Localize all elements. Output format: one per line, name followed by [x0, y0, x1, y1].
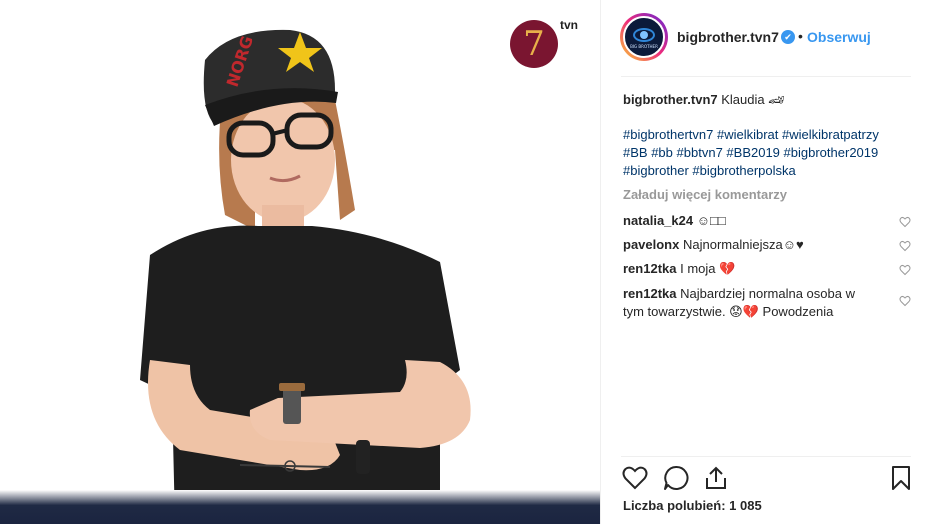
hashtag-link[interactable]: #bb [651, 145, 673, 160]
comment-username[interactable]: ren12tka [623, 286, 676, 301]
hashtag-link[interactable]: #bbtvn7 [677, 145, 723, 160]
avatar-image: BIG BROTHER [623, 16, 665, 58]
bookmark-icon[interactable] [888, 465, 914, 491]
post-header: BIG BROTHER bigbrother.tvn7 ✔ • Obserwuj [601, 0, 932, 76]
comment-item: natalia_k24 ☺□□ [623, 212, 913, 230]
photo-bottom-band [0, 490, 600, 524]
likes-count[interactable]: Liczba polubień: 1 085 [623, 498, 762, 513]
avatar[interactable]: BIG BROTHER [620, 13, 668, 61]
comment-like-heart-icon[interactable] [899, 295, 911, 307]
tvn7-logo: 7 tvn [510, 18, 582, 70]
comment-username[interactable]: natalia_k24 [623, 213, 693, 228]
comment-like-heart-icon[interactable] [899, 240, 911, 252]
verified-badge-icon: ✔ [781, 30, 795, 44]
load-more-comments-button[interactable]: Załaduj więcej komentarzy [623, 187, 787, 202]
eye-pupil [640, 31, 648, 39]
caption-text: Klaudia 🏎 [721, 92, 785, 107]
comment-username[interactable]: ren12tka [623, 261, 676, 276]
share-icon[interactable] [703, 465, 729, 491]
header-separator: • [798, 28, 803, 44]
hashtag-link[interactable]: #bigbrothertvn7 [623, 127, 713, 142]
comment-username[interactable]: pavelonx [623, 237, 679, 252]
hashtag-link[interactable]: #bigbrotherpolska [692, 163, 795, 178]
header-username[interactable]: bigbrother.tvn7 [677, 29, 779, 45]
comment-text: I moja 💔 [680, 261, 736, 276]
comment-like-heart-icon[interactable] [899, 264, 911, 276]
comment-icon[interactable] [663, 465, 689, 491]
avatar-text: BIG BROTHER [630, 44, 658, 49]
post-photo[interactable]: NORG 7 tvn [0, 0, 600, 524]
post-caption: bigbrother.tvn7 Klaudia 🏎 [623, 91, 915, 109]
tvn7-logo-number: 7 [523, 24, 545, 64]
hashtag-link[interactable]: #BB2019 [726, 145, 780, 160]
comment-like-heart-icon[interactable] [899, 216, 911, 228]
post-sidebar: BIG BROTHER bigbrother.tvn7 ✔ • Obserwuj… [600, 0, 932, 524]
caption-username[interactable]: bigbrother.tvn7 [623, 92, 718, 107]
tvn7-logo-text: tvn [560, 18, 578, 32]
hashtag-link[interactable]: #bigbrother2019 [784, 145, 879, 160]
comment-item: ren12tka I moja 💔 [623, 260, 913, 278]
actions-divider [621, 456, 911, 457]
heart-icon[interactable] [622, 465, 648, 491]
hashtag-link[interactable]: #wielkibratpatrzy [782, 127, 879, 142]
hashtag-link[interactable]: #bigbrother [623, 163, 689, 178]
hashtag-link[interactable]: #wielkibrat [717, 127, 778, 142]
comment-item: ren12tka Najbardziej normalna osoba w ty… [623, 285, 913, 321]
comment-text: Najnormalniejsza☺♥ [682, 237, 804, 252]
hashtag-link[interactable]: #BB [623, 145, 648, 160]
caption-hashtags: #bigbrothertvn7 #wielkibrat #wielkibratp… [623, 126, 915, 180]
header-divider [621, 76, 911, 77]
contestant-portrait: NORG [140, 29, 471, 524]
follow-button[interactable]: Obserwuj [807, 29, 871, 45]
comment-text: ☺□□ [696, 213, 726, 228]
comment-item: pavelonx Najnormalniejsza☺♥ [623, 236, 913, 254]
